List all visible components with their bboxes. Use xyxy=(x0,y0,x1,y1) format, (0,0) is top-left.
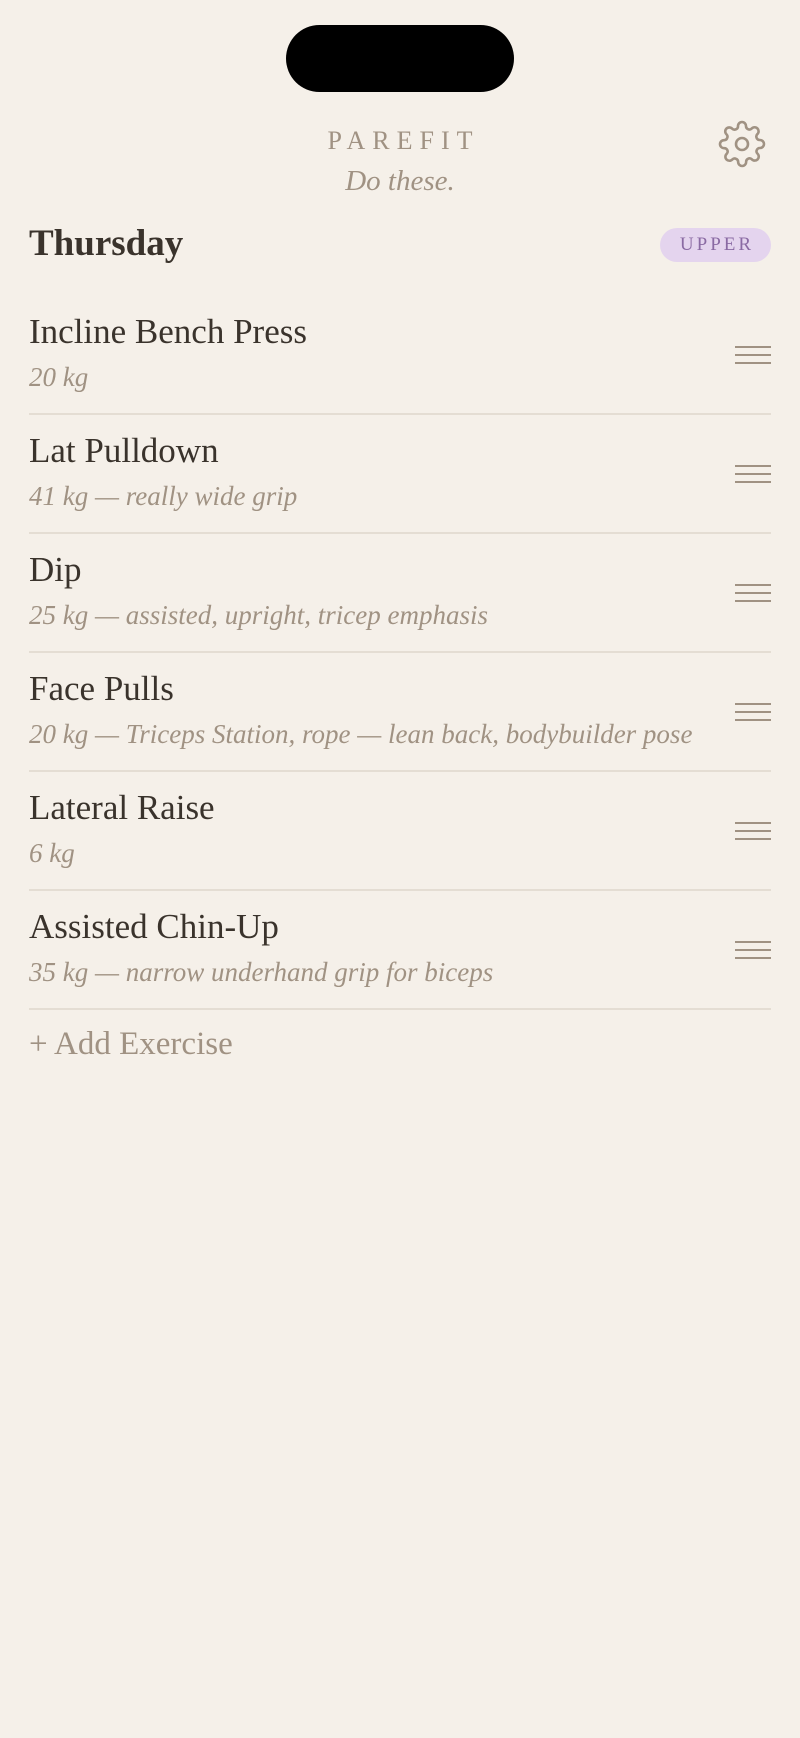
exercise-name: Lat Pulldown xyxy=(29,431,219,470)
exercise-row[interactable]: Lateral Raise 6 kg xyxy=(29,772,771,891)
add-exercise-button[interactable]: + Add Exercise xyxy=(29,1026,233,1063)
exercise-detail: 41 kg — really wide grip xyxy=(29,481,298,511)
drag-handle-icon[interactable] xyxy=(735,939,771,961)
drag-handle-icon[interactable] xyxy=(735,344,771,366)
exercise-name: Incline Bench Press xyxy=(29,312,307,351)
exercise-row[interactable]: Incline Bench Press 20 kg xyxy=(29,296,771,415)
dynamic-island xyxy=(286,25,514,92)
gear-icon xyxy=(718,120,766,168)
settings-button[interactable] xyxy=(718,120,766,168)
exercise-row[interactable]: Lat Pulldown 41 kg — really wide grip xyxy=(29,415,771,534)
drag-handle-icon[interactable] xyxy=(735,701,771,723)
exercise-row[interactable]: Face Pulls 20 kg — Triceps Station, rope… xyxy=(29,653,771,772)
app-brand: PAREFIT xyxy=(327,126,480,155)
app-tagline: Do these. xyxy=(345,165,455,197)
exercise-detail: 20 kg xyxy=(29,362,89,392)
drag-handle-icon[interactable] xyxy=(735,582,771,604)
exercise-detail: 25 kg — assisted, upright, tricep emphas… xyxy=(29,600,488,630)
exercise-detail: 35 kg — narrow underhand grip for biceps xyxy=(29,957,494,987)
drag-handle-icon[interactable] xyxy=(735,820,771,842)
exercise-list: Incline Bench Press 20 kg Lat Pulldown 4… xyxy=(29,296,771,1010)
exercise-row[interactable]: Dip 25 kg — assisted, upright, tricep em… xyxy=(29,534,771,653)
exercise-detail: 6 kg xyxy=(29,838,75,868)
exercise-name: Face Pulls xyxy=(29,669,174,708)
workout-type-badge: UPPER xyxy=(660,228,771,262)
drag-handle-icon[interactable] xyxy=(735,463,771,485)
exercise-name: Assisted Chin-Up xyxy=(29,907,279,946)
exercise-name: Dip xyxy=(29,550,82,589)
exercise-detail: 20 kg — Triceps Station, rope — lean bac… xyxy=(29,719,693,749)
day-title: Thursday xyxy=(29,223,184,264)
exercise-name: Lateral Raise xyxy=(29,788,215,827)
exercise-row[interactable]: Assisted Chin-Up 35 kg — narrow underhan… xyxy=(29,891,771,1010)
